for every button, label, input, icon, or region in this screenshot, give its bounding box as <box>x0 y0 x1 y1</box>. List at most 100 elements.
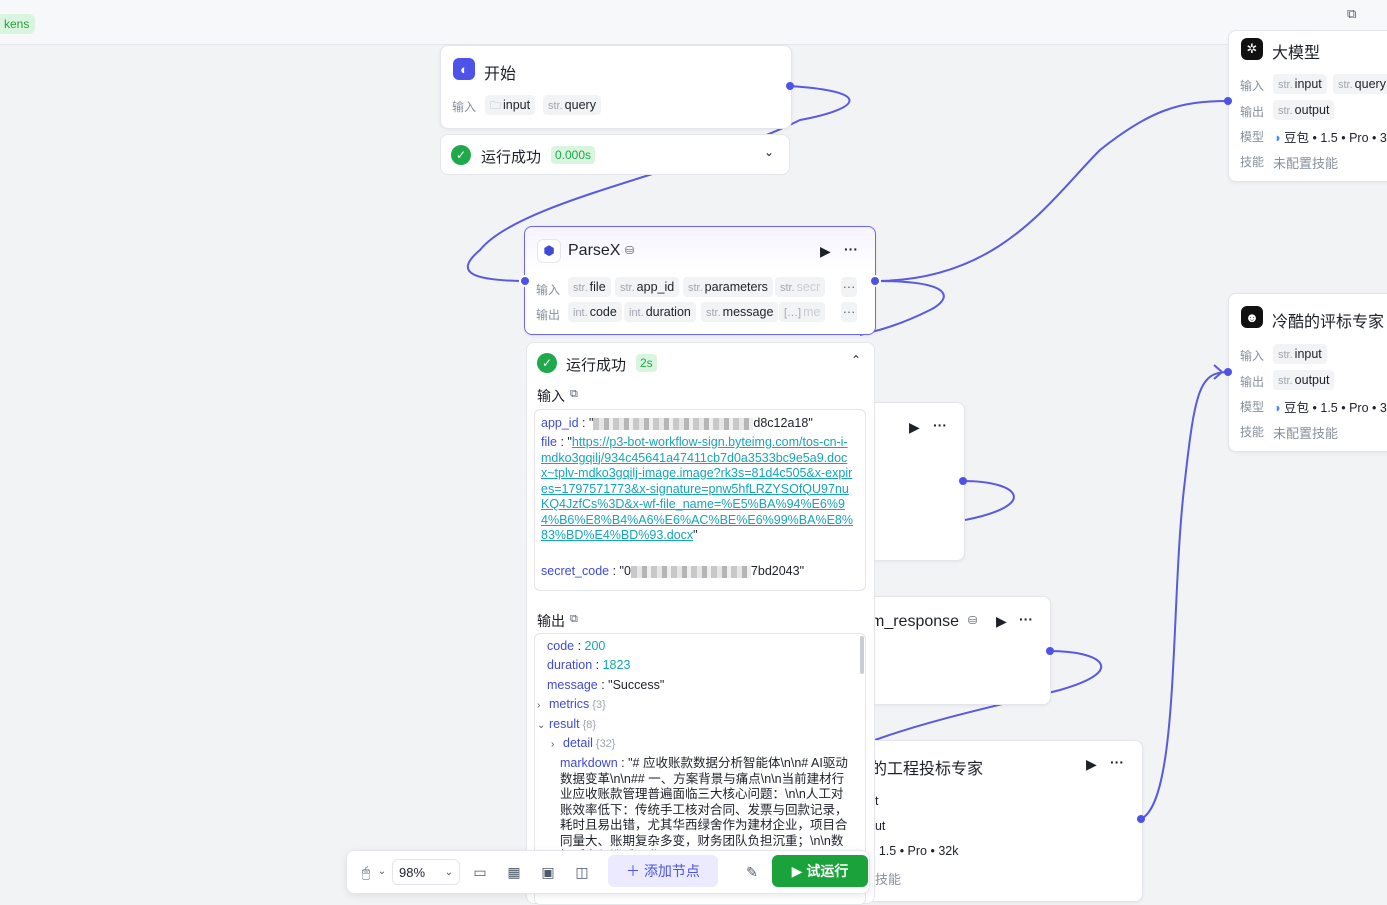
copy-icon[interactable]: ⧉ <box>570 613 578 626</box>
expert-input-port[interactable] <box>1224 368 1232 376</box>
chevron-right-icon[interactable]: › <box>537 700 545 711</box>
chevron-right-icon[interactable]: › <box>551 739 559 750</box>
expert-input-label: 输入 <box>1240 349 1265 363</box>
parsex-input-file: str. file <box>568 277 611 297</box>
run-node-icon[interactable]: ▶ <box>909 419 920 436</box>
response-output-port[interactable] <box>1046 647 1054 655</box>
expert-skill-value: 未配置技能 <box>1273 426 1339 441</box>
chevron-down-icon: ⌄ <box>444 867 453 878</box>
chevron-down-icon[interactable]: ⌄ <box>764 145 774 159</box>
start-run-status[interactable]: ✓ 运行成功 0.000s ⌄ <box>440 134 790 175</box>
parsex-status-text: 运行成功 <box>566 357 627 374</box>
bottom-toolbar: 🖱 ⌄ 98% ⌄ ▭ ▦ ▣ ◫ ＋ 添加节点 ✎ ▶ 试运行 <box>346 850 870 894</box>
large-model-node[interactable]: ✲ 大模型 输入 str. input str. query 输出 str. outp… <box>1228 30 1387 182</box>
large-model-title: 大模型 <box>1272 45 1321 62</box>
parsex-input-secret: str. secr <box>775 277 825 297</box>
expert-avatar-icon: ☻ <box>1241 306 1263 328</box>
model-output-chip: str. output <box>1273 100 1335 120</box>
parsex-input-label: 输入 <box>536 283 561 297</box>
response-node[interactable]: m_response ⛁ ▶ ··· <box>850 596 1051 705</box>
chevron-down-icon[interactable]: ⌄ <box>371 861 393 883</box>
output-section-title: 输出 <box>537 613 565 629</box>
layout-icon[interactable]: ▦ <box>503 861 525 883</box>
comment-icon[interactable]: ▭ <box>469 861 491 883</box>
parsex-output-message: str. message <box>701 302 779 322</box>
app-id-line: app_id : " d8c12a18" <box>541 416 813 430</box>
run-node-icon[interactable]: ▶ <box>820 243 831 260</box>
model-skill-value: 未配置技能 <box>1273 156 1339 171</box>
input-values-box: app_id : " d8c12a18" file : "https://p3-b… <box>534 409 866 591</box>
file-url-link[interactable]: https://p3-bot-workflow-sign.byteimg.com… <box>541 435 853 542</box>
chevron-down-icon[interactable]: ⌄ <box>537 720 545 731</box>
output-message-line: message : "Success" <box>547 678 665 692</box>
run-node-icon[interactable]: ▶ <box>1086 756 1097 773</box>
debug-icon: ⛁ <box>968 615 978 627</box>
start-input-label: 输入 <box>452 100 477 114</box>
start-node-title: 开始 <box>484 66 517 83</box>
model-input-chip: str. input <box>1273 74 1327 94</box>
middle-output-port[interactable] <box>959 477 967 485</box>
run-node-icon[interactable]: ▶ <box>996 613 1007 630</box>
start-status-text: 运行成功 <box>481 149 542 166</box>
output-markdown-line: markdown : "# 应收账款数据分析智能体\n\n# AI驱动数据变革\… <box>560 756 848 863</box>
debug-icon: ⛁ <box>625 245 635 257</box>
zoom-select[interactable]: 98% ⌄ <box>392 859 460 885</box>
doubao-icon: ◑ <box>1273 131 1281 145</box>
copy-icon[interactable]: ⧉ <box>570 388 578 401</box>
response-title: m_response <box>871 613 960 630</box>
output-metrics-line[interactable]: › metrics {3} <box>537 697 606 711</box>
expert-node[interactable]: ☻ 冷酷的评标专家 输入 str. input 输出 str. output 模型 … <box>1228 293 1387 452</box>
parsex-output-label: 输出 <box>536 308 561 322</box>
success-check-icon: ✓ <box>451 145 471 165</box>
doubao-icon: ◑ <box>1273 401 1281 415</box>
output-scrollbar[interactable] <box>860 636 864 674</box>
engineering-output-port[interactable] <box>1137 815 1145 823</box>
output-detail-line[interactable]: › detail {32} <box>551 736 615 750</box>
more-options-icon[interactable]: ··· <box>1110 754 1124 770</box>
parsex-time-badge: 2s <box>636 354 657 372</box>
start-input-chip-query: str. query <box>543 95 601 115</box>
start-node[interactable]: ◐ 开始 输入 🗀 input str. query <box>440 45 792 129</box>
expert-output-label: 输出 <box>1240 375 1265 389</box>
debug-tool-icon[interactable]: ✎ <box>741 861 763 883</box>
edge-arrow-expert <box>1213 364 1224 380</box>
model-input-label: 输入 <box>1240 79 1265 93</box>
parsex-outputs-more[interactable]: ··· <box>841 302 857 322</box>
parsex-output-port[interactable] <box>869 275 881 287</box>
add-node-button[interactable]: ＋ 添加节点 <box>608 855 718 887</box>
expert-model-name: ◑ 豆包 • 1.5 • Pro • 3 <box>1273 401 1387 415</box>
model-skill-label: 技能 <box>1240 155 1265 169</box>
start-time-badge: 0.000s <box>551 146 596 164</box>
engineering-skill-frag: 技能 <box>875 872 902 887</box>
parsex-output-metrics: […] me <box>779 302 825 322</box>
parsex-input-port[interactable] <box>519 275 531 287</box>
test-run-button[interactable]: ▶ 试运行 <box>772 855 868 887</box>
engineering-node[interactable]: 的工程投标专家 ▶ ··· ut put • 1.5 • Pro • 32k 技… <box>850 740 1143 902</box>
expert-input-chip: str. input <box>1273 344 1327 364</box>
output-duration-line: duration : 1823 <box>547 658 631 672</box>
model-input-port[interactable] <box>1224 97 1232 105</box>
parsex-output-code: int. code <box>568 302 622 322</box>
start-output-port[interactable] <box>786 82 794 90</box>
engineering-title: 的工程投标专家 <box>871 761 984 778</box>
more-options-icon[interactable]: ··· <box>933 417 947 433</box>
more-options-icon[interactable]: ··· <box>844 241 858 257</box>
minimap-icon[interactable]: ◫ <box>571 861 593 883</box>
parsex-input-parameters: str. parameters <box>683 277 773 297</box>
more-options-icon[interactable]: ··· <box>1019 611 1033 627</box>
model-icon: ✲ <box>1241 38 1263 60</box>
parsex-inputs-more[interactable]: ··· <box>841 277 857 297</box>
output-result-line[interactable]: ⌄ result {8} <box>537 717 596 731</box>
parsex-input-app-id: str. app_id <box>615 277 680 297</box>
start-input-chip-input: 🗀 input <box>485 95 536 115</box>
redacted-secret <box>630 565 751 578</box>
secret-line: secret_code : "0 7bd2043" <box>541 564 805 578</box>
expert-output-chip: str. output <box>1273 370 1335 390</box>
success-check-icon: ✓ <box>537 353 557 373</box>
edge-mid-loop <box>962 480 1015 521</box>
image-icon[interactable]: ▣ <box>537 861 559 883</box>
chevron-up-icon[interactable]: ⌃ <box>851 353 861 367</box>
edge-parsex-model <box>874 100 1229 282</box>
parsex-node[interactable]: ⬢ ParseX ⛁ ▶ ··· 输入 str. file str. app_id … <box>524 226 876 335</box>
folder-icon: 🗀 <box>490 100 501 112</box>
